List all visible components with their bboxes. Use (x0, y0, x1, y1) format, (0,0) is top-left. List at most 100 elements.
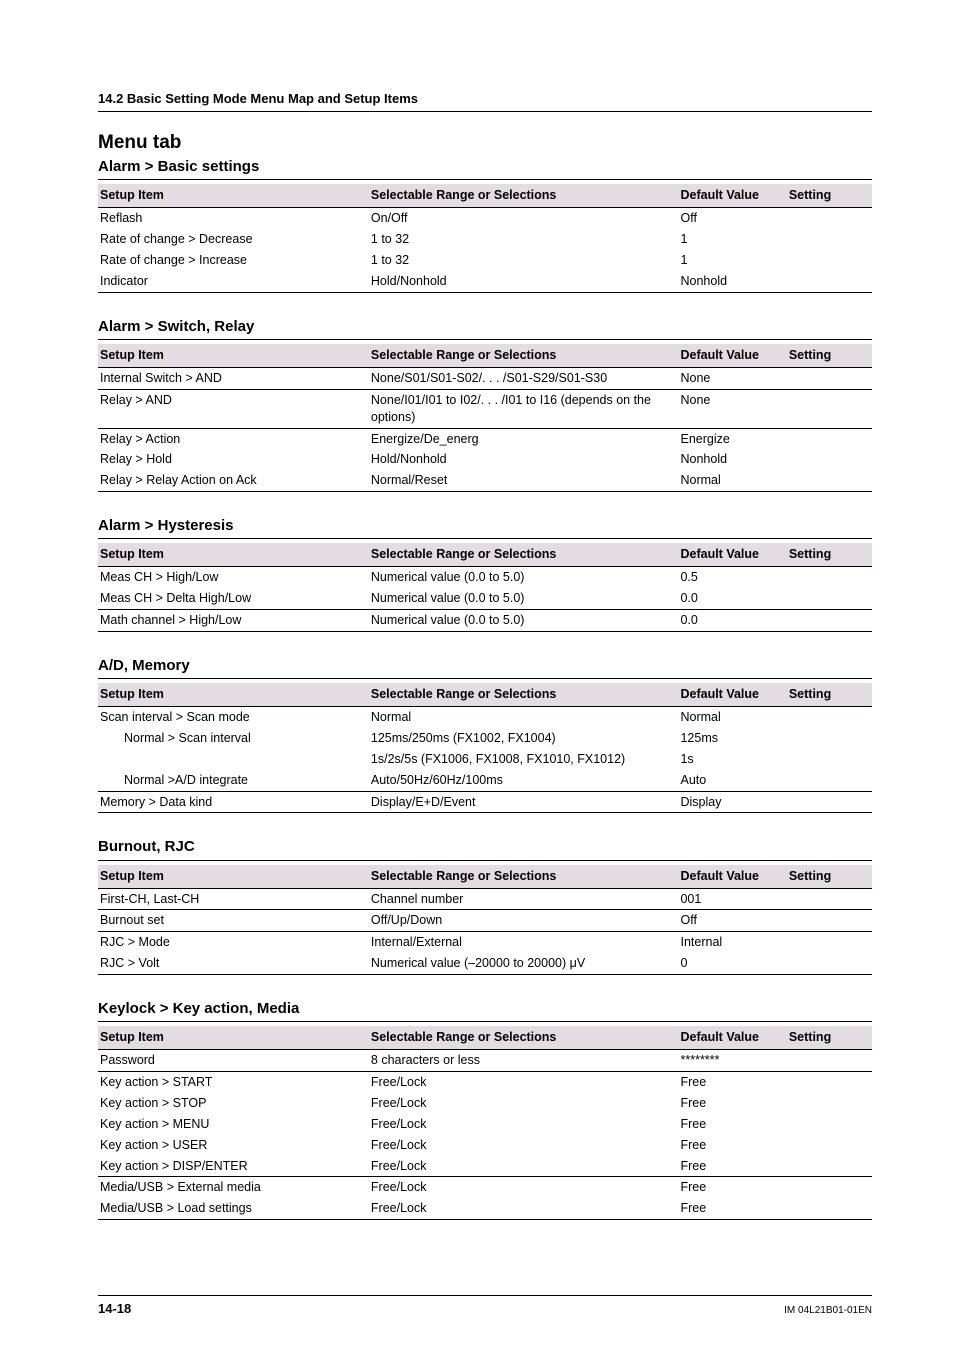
setup-item-cell: Internal Switch > AND (98, 367, 369, 389)
setting-cell (787, 250, 872, 271)
default-value-cell: Free (678, 1114, 786, 1135)
default-value-cell: 0 (678, 953, 786, 974)
setting-cell (787, 470, 872, 491)
selectable-cell: Free/Lock (369, 1114, 679, 1135)
setup-item-cell: Normal >A/D integrate (98, 770, 369, 791)
column-header: Default Value (678, 344, 786, 367)
setup-item-cell: Key action > STOP (98, 1093, 369, 1114)
settings-table: Setup ItemSelectable Range or Selections… (98, 1026, 872, 1220)
column-header: Selectable Range or Selections (369, 865, 679, 888)
column-header: Setup Item (98, 344, 369, 367)
setting-cell (787, 567, 872, 588)
column-header: Selectable Range or Selections (369, 344, 679, 367)
settings-table: Setup ItemSelectable Range or Selections… (98, 683, 872, 813)
default-value-cell: Display (678, 791, 786, 813)
table-row: Meas CH > Delta High/LowNumerical value … (98, 588, 872, 609)
selectable-cell: Channel number (369, 888, 679, 910)
table-row: Relay > Relay Action on AckNormal/ResetN… (98, 470, 872, 491)
setting-cell (787, 588, 872, 609)
document-page: 14.2 Basic Setting Mode Menu Map and Set… (0, 0, 954, 1350)
setup-item-cell: Relay > Hold (98, 449, 369, 470)
setting-cell (787, 367, 872, 389)
column-header: Default Value (678, 1026, 786, 1049)
default-value-cell: 1 (678, 229, 786, 250)
default-value-cell: None (678, 367, 786, 389)
default-value-cell: 1 (678, 250, 786, 271)
setting-cell (787, 1114, 872, 1135)
selectable-cell: Numerical value (0.0 to 5.0) (369, 588, 679, 609)
table-row: Key action > STOPFree/LockFree (98, 1093, 872, 1114)
column-header: Setup Item (98, 1026, 369, 1049)
table-row: 1s/2s/5s (FX1006, FX1008, FX1010, FX1012… (98, 749, 872, 770)
selectable-cell: Free/Lock (369, 1198, 679, 1219)
column-header: Selectable Range or Selections (369, 1026, 679, 1049)
default-value-cell: 001 (678, 888, 786, 910)
page-footer: 14-18 IM 04L21B01-01EN (98, 1295, 872, 1318)
table-title: A/D, Memory (98, 656, 872, 679)
default-value-cell: ******** (678, 1050, 786, 1072)
selectable-cell: None/S01/S01-S02/. . . /S01-S29/S01-S30 (369, 367, 679, 389)
table-row: Math channel > High/LowNumerical value (… (98, 610, 872, 632)
table-row: Rate of change > Increase1 to 321 (98, 250, 872, 271)
setting-cell (787, 910, 872, 932)
table-row: Relay > HoldHold/NonholdNonhold (98, 449, 872, 470)
table-row: Key action > DISP/ENTERFree/LockFree (98, 1156, 872, 1177)
table-row: Key action > MENUFree/LockFree (98, 1114, 872, 1135)
column-header: Setting (787, 683, 872, 706)
setup-item-cell: Burnout set (98, 910, 369, 932)
setting-cell (787, 428, 872, 449)
table-row: RJC > ModeInternal/ExternalInternal (98, 932, 872, 953)
table-row: Internal Switch > ANDNone/S01/S01-S02/. … (98, 367, 872, 389)
table-row: Relay > ActionEnergize/De_energEnergize (98, 428, 872, 449)
table-row: Normal >A/D integrateAuto/50Hz/60Hz/100m… (98, 770, 872, 791)
column-header: Setup Item (98, 543, 369, 566)
default-value-cell: Auto (678, 770, 786, 791)
setup-item-cell: Media/USB > External media (98, 1177, 369, 1198)
setup-item-cell: Key action > MENU (98, 1114, 369, 1135)
column-header: Setup Item (98, 683, 369, 706)
selectable-cell: 8 characters or less (369, 1050, 679, 1072)
selectable-cell: 1s/2s/5s (FX1006, FX1008, FX1010, FX1012… (369, 749, 679, 770)
selectable-cell: Hold/Nonhold (369, 449, 679, 470)
column-header: Default Value (678, 543, 786, 566)
selectable-cell: 1 to 32 (369, 229, 679, 250)
default-value-cell: Off (678, 910, 786, 932)
selectable-cell: Free/Lock (369, 1135, 679, 1156)
default-value-cell: 0.0 (678, 588, 786, 609)
setting-cell (787, 770, 872, 791)
default-value-cell: 125ms (678, 728, 786, 749)
default-value-cell: Nonhold (678, 271, 786, 292)
default-value-cell: Energize (678, 428, 786, 449)
column-header: Default Value (678, 865, 786, 888)
setup-item-cell: First-CH, Last-CH (98, 888, 369, 910)
setting-cell (787, 1156, 872, 1177)
setting-cell (787, 1093, 872, 1114)
table-row: Rate of change > Decrease1 to 321 (98, 229, 872, 250)
setting-cell (787, 1198, 872, 1219)
default-value-cell: Normal (678, 470, 786, 491)
column-header: Selectable Range or Selections (369, 184, 679, 207)
setting-cell (787, 791, 872, 813)
column-header: Setting (787, 865, 872, 888)
page-number: 14-18 (98, 1300, 131, 1318)
table-row: IndicatorHold/NonholdNonhold (98, 271, 872, 292)
column-header: Setup Item (98, 184, 369, 207)
setup-item-cell: Normal > Scan interval (98, 728, 369, 749)
setup-item-cell: Key action > DISP/ENTER (98, 1156, 369, 1177)
selectable-cell: Display/E+D/Event (369, 791, 679, 813)
table-title: Alarm > Switch, Relay (98, 317, 872, 340)
setting-cell (787, 932, 872, 953)
default-value-cell: 0.5 (678, 567, 786, 588)
settings-table: Setup ItemSelectable Range or Selections… (98, 543, 872, 632)
table-row: Scan interval > Scan modeNormalNormal (98, 707, 872, 728)
selectable-cell: Numerical value (0.0 to 5.0) (369, 610, 679, 632)
setting-cell (787, 1177, 872, 1198)
table-title: Burnout, RJC (98, 837, 872, 860)
settings-table: Setup ItemSelectable Range or Selections… (98, 344, 872, 492)
settings-table: Setup ItemSelectable Range or Selections… (98, 184, 872, 292)
setting-cell (787, 749, 872, 770)
setting-cell (787, 1135, 872, 1156)
default-value-cell: Free (678, 1093, 786, 1114)
sections-container: Alarm > Basic settingsSetup ItemSelectab… (98, 157, 872, 1220)
setup-item-cell: RJC > Volt (98, 953, 369, 974)
